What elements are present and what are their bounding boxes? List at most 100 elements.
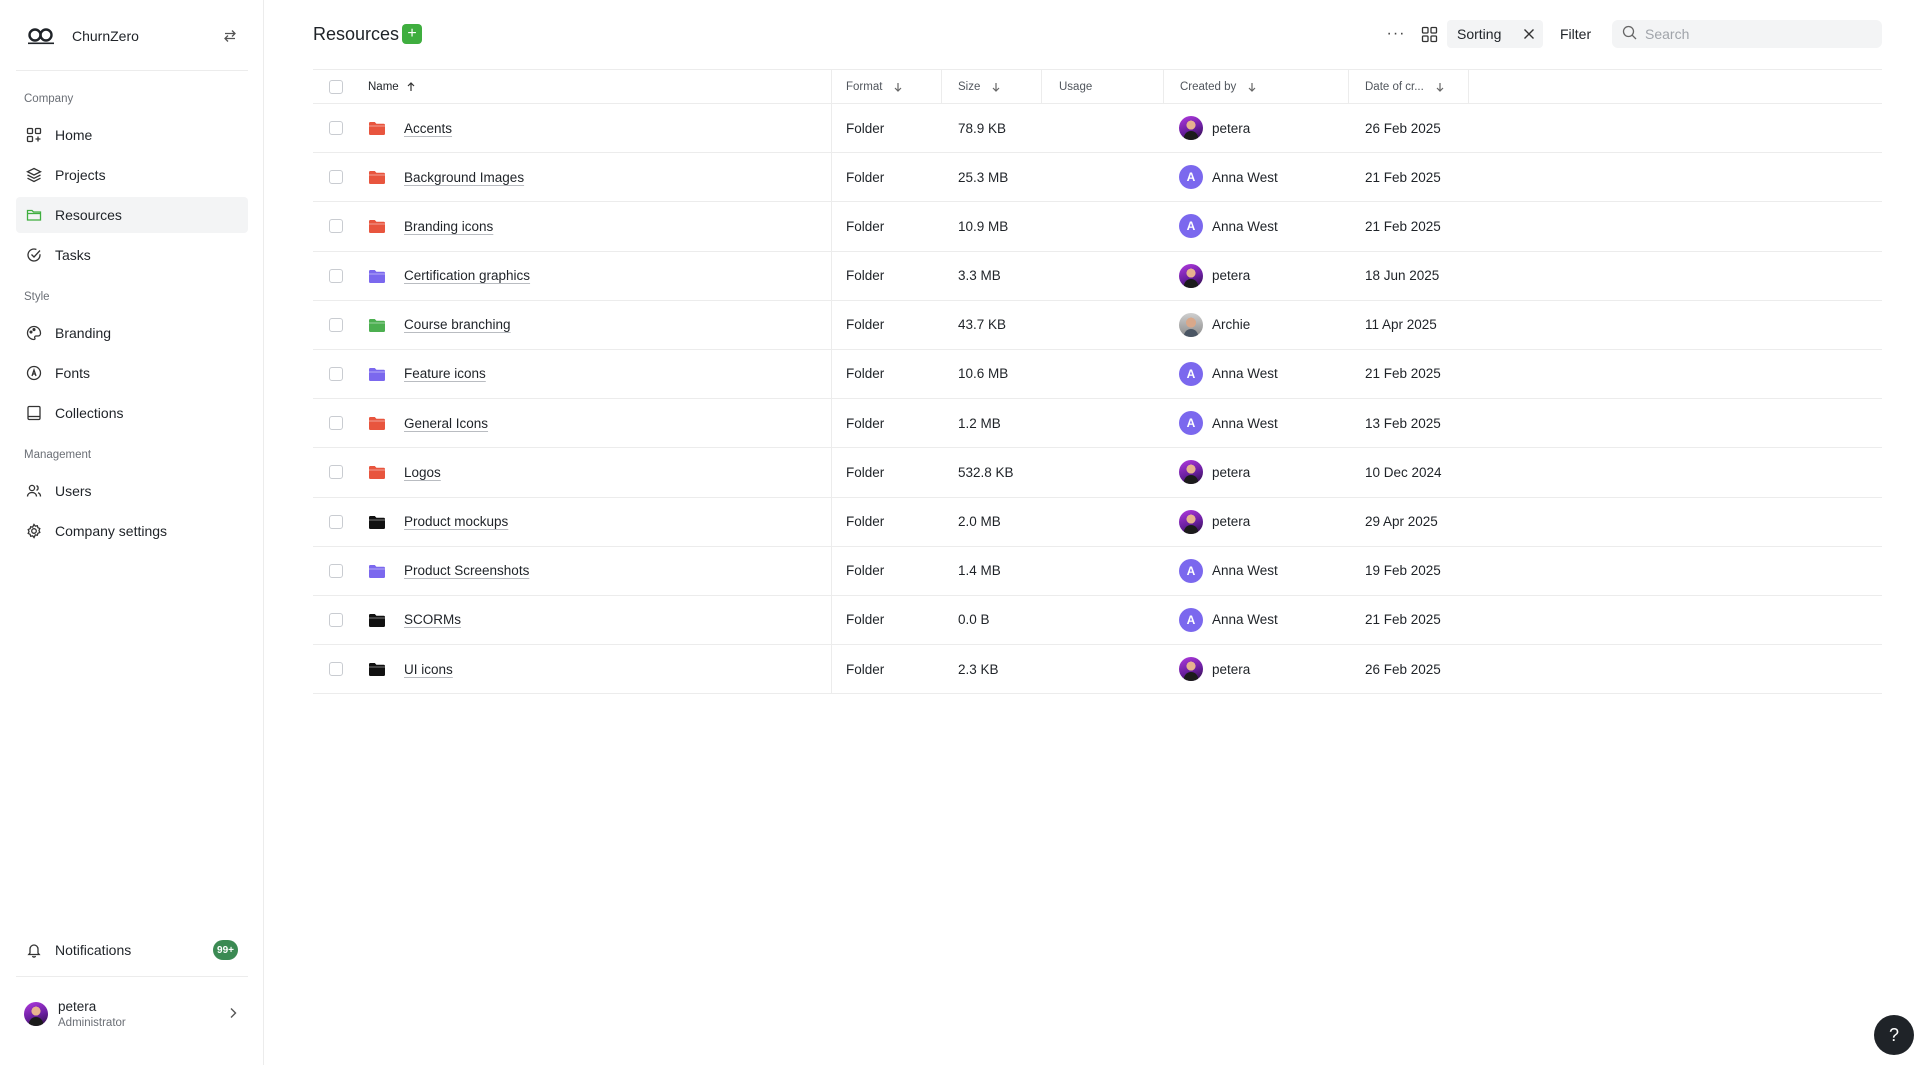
search-icon bbox=[1622, 25, 1637, 43]
table-row[interactable]: UI icons Folder 2.3 KB petera 26 Feb 2025 bbox=[313, 645, 1882, 695]
sidebar-item-users[interactable]: Users bbox=[16, 473, 248, 509]
column-header-date-created[interactable]: Date of cr... bbox=[1365, 70, 1444, 104]
size-cell: 532.8 KB bbox=[958, 464, 1014, 480]
switch-workspace-icon[interactable] bbox=[220, 26, 240, 46]
column-header-usage[interactable]: Usage bbox=[1059, 70, 1092, 104]
row-checkbox[interactable] bbox=[329, 121, 343, 135]
created-by-cell: A Anna West bbox=[1179, 153, 1278, 201]
date-cell: 19 Feb 2025 bbox=[1365, 563, 1441, 579]
sidebar-item-home[interactable]: Home bbox=[16, 117, 248, 153]
notifications-button[interactable]: Notifications 99+ bbox=[16, 932, 248, 968]
row-checkbox[interactable] bbox=[329, 563, 343, 578]
resource-name-link[interactable]: Product mockups bbox=[404, 514, 508, 529]
format-cell: Folder bbox=[846, 612, 885, 628]
section-label-style: Style bbox=[24, 291, 50, 303]
select-all-checkbox-cell bbox=[329, 70, 343, 104]
row-checkbox[interactable] bbox=[329, 416, 343, 431]
filter-button[interactable]: Filter bbox=[1552, 20, 1599, 48]
sidebar-item-label: Tasks bbox=[55, 247, 91, 263]
sort-ascending-icon bbox=[407, 82, 415, 92]
name-cell: Branding icons bbox=[368, 202, 493, 250]
table-row[interactable]: Logos Folder 532.8 KB petera 10 Dec 2024 bbox=[313, 448, 1882, 498]
created-by-cell: A Anna West bbox=[1179, 202, 1278, 250]
sidebar-item-tasks[interactable]: Tasks bbox=[16, 237, 248, 273]
close-icon[interactable] bbox=[1519, 24, 1539, 44]
sidebar-item-projects[interactable]: Projects bbox=[16, 157, 248, 193]
avatar bbox=[1179, 116, 1203, 140]
resource-name-link[interactable]: Product Screenshots bbox=[404, 563, 529, 578]
select-all-checkbox[interactable] bbox=[329, 80, 343, 94]
size-cell: 3.3 MB bbox=[958, 268, 1001, 284]
row-checkbox[interactable] bbox=[329, 514, 343, 529]
row-checkbox[interactable] bbox=[329, 465, 343, 480]
resource-name-link[interactable]: SCORMs bbox=[404, 612, 461, 627]
search-input[interactable] bbox=[1645, 26, 1875, 42]
resource-name-link[interactable]: Accents bbox=[404, 121, 452, 136]
date-cell: 18 Jun 2025 bbox=[1365, 268, 1440, 284]
sidebar-item-resources[interactable]: Resources bbox=[16, 197, 248, 233]
row-checkbox[interactable] bbox=[329, 366, 343, 381]
sidebar-item-fonts[interactable]: Fonts bbox=[16, 355, 248, 391]
row-checkbox[interactable] bbox=[329, 612, 343, 627]
row-checkbox[interactable] bbox=[329, 268, 343, 283]
row-checkbox[interactable] bbox=[329, 219, 343, 234]
table-row[interactable]: General Icons Folder 1.2 MB A Anna West 13 Fe… bbox=[313, 399, 1882, 449]
row-checkbox[interactable] bbox=[329, 317, 343, 332]
creator-name: Anna West bbox=[1212, 563, 1278, 579]
sidebar-item-label: Fonts bbox=[55, 365, 91, 381]
table-body: Accents Folder 78.9 KB petera 26 Feb 2025 Bac… bbox=[313, 104, 1882, 695]
column-header-name[interactable]: Name bbox=[368, 70, 415, 104]
sorting-chip[interactable]: Sorting bbox=[1447, 20, 1543, 48]
format-cell: Folder bbox=[846, 661, 885, 677]
palette-icon bbox=[25, 324, 43, 342]
creator-name: Archie bbox=[1212, 317, 1251, 333]
avatar bbox=[1179, 312, 1203, 337]
creator-name: Anna West bbox=[1212, 169, 1278, 185]
resource-name-link[interactable]: Branding icons bbox=[404, 219, 493, 234]
table-row[interactable]: SCORMs Folder 0.0 B A Anna West 21 Feb 2025 bbox=[313, 596, 1882, 646]
table-row[interactable]: Feature icons Folder 10.6 MB A Anna West 21 F… bbox=[313, 350, 1882, 400]
sidebar-item-label: Users bbox=[55, 483, 92, 499]
column-header-size[interactable]: Size bbox=[958, 70, 1000, 104]
column-header-created-by[interactable]: Created by bbox=[1180, 70, 1256, 104]
resource-name-link[interactable]: General Icons bbox=[404, 416, 488, 431]
creator-name: Anna West bbox=[1212, 218, 1278, 234]
column-divider bbox=[1163, 70, 1164, 104]
created-by-cell: petera bbox=[1179, 104, 1250, 152]
table-row[interactable]: Course branching Folder 43.7 KB Archie 11 Ap… bbox=[313, 301, 1882, 350]
column-header-format[interactable]: Format bbox=[846, 70, 902, 104]
notifications-label: Notifications bbox=[55, 942, 132, 958]
row-checkbox[interactable] bbox=[329, 170, 343, 185]
avatar: A bbox=[1179, 607, 1203, 632]
more-options-button[interactable]: ··· bbox=[1384, 22, 1408, 46]
avatar: A bbox=[1179, 558, 1203, 583]
row-checkbox-cell bbox=[329, 350, 343, 398]
table-row[interactable]: Branding icons Folder 10.9 MB A Anna West 21 … bbox=[313, 202, 1882, 252]
add-resource-button[interactable]: + bbox=[402, 24, 422, 44]
book-icon bbox=[25, 404, 43, 422]
sidebar-item-branding[interactable]: Branding bbox=[16, 315, 248, 351]
table-row[interactable]: Background Images Folder 25.3 MB A Anna West… bbox=[313, 153, 1882, 203]
resource-name-link[interactable]: UI icons bbox=[404, 662, 453, 677]
sidebar-item-collections[interactable]: Collections bbox=[16, 395, 248, 431]
table-row[interactable]: Product Screenshots Folder 1.4 MB A Anna Wes… bbox=[313, 547, 1882, 596]
resource-name-link[interactable]: Certification graphics bbox=[404, 268, 530, 283]
folder-icon bbox=[368, 219, 386, 234]
user-profile-menu[interactable]: petera Administrator bbox=[16, 990, 248, 1038]
table-row[interactable]: Accents Folder 78.9 KB petera 26 Feb 2025 bbox=[313, 104, 1882, 154]
row-checkbox-cell bbox=[329, 645, 343, 693]
resource-name-link[interactable]: Course branching bbox=[404, 317, 511, 332]
help-button[interactable]: ? bbox=[1874, 1015, 1914, 1055]
sidebar-item-company-settings[interactable]: Company settings bbox=[16, 513, 248, 549]
section-label-management: Management bbox=[24, 449, 92, 461]
resource-name-link[interactable]: Logos bbox=[404, 465, 441, 480]
table-row[interactable]: Certification graphics Folder 3.3 MB petera… bbox=[313, 252, 1882, 301]
brand-header[interactable]: ChurnZero bbox=[16, 14, 248, 58]
resource-name-link[interactable]: Feature icons bbox=[404, 366, 486, 381]
avatar bbox=[24, 1002, 48, 1026]
resource-name-link[interactable]: Background Images bbox=[404, 170, 524, 185]
grid-view-icon[interactable] bbox=[1417, 22, 1441, 46]
table-row[interactable]: Product mockups Folder 2.0 MB petera 29 Apr … bbox=[313, 498, 1882, 547]
row-checkbox[interactable] bbox=[329, 662, 343, 677]
format-cell: Folder bbox=[846, 317, 885, 333]
